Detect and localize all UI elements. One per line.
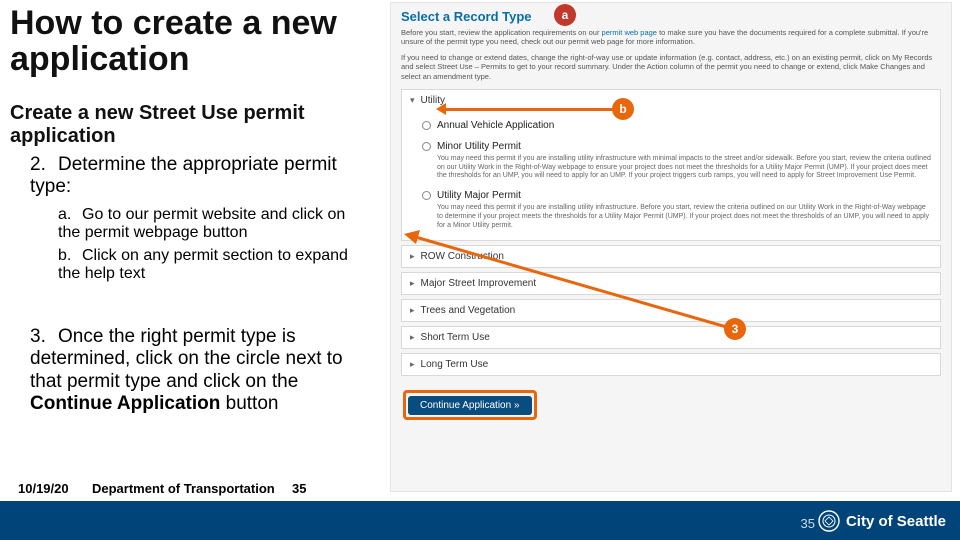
footer-page-right: 35	[801, 516, 815, 531]
slide-subtitle: Create a new Street Use permit applicati…	[10, 102, 360, 148]
callout-badge-b: b	[612, 98, 634, 120]
slide-title: How to create a new application	[10, 6, 370, 77]
callout-arrow-3	[400, 230, 740, 340]
option-annual-vehicle[interactable]: Annual Vehicle Application	[422, 115, 932, 136]
substep-b-letter: b.	[58, 247, 82, 265]
seattle-logo-text: City of Seattle	[846, 513, 946, 530]
option-major-utility-desc: You may need this permit if you are inst…	[437, 204, 932, 230]
step-2-num: 2.	[30, 154, 58, 176]
continue-application-button[interactable]: Continue Application »	[408, 396, 532, 415]
permit-web-page-link[interactable]: permit web page	[602, 28, 657, 37]
option-minor-utility-desc: You may need this permit if you are inst…	[437, 155, 932, 181]
radio-icon[interactable]	[422, 142, 431, 151]
substep-a: a.Go to our permit website and click on …	[58, 206, 368, 243]
chevron-right-icon: ▸	[410, 359, 415, 370]
panel-blurb-1: Before you start, review the application…	[401, 28, 941, 47]
section-ltu-header[interactable]: ▸ Long Term Use	[402, 354, 940, 375]
panel-blurb-2: If you need to change or extend dates, c…	[401, 53, 941, 81]
section-utility: ▾ Utility Annual Vehicle Application Min…	[401, 89, 941, 242]
step-3-bold: Continue Application	[30, 393, 220, 414]
substep-a-text: Go to our permit website and click on th…	[58, 206, 345, 241]
step-3-num: 3.	[30, 326, 58, 348]
option-annual-vehicle-label: Annual Vehicle Application	[437, 119, 554, 132]
substep-b: b.Click on any permit section to expand …	[58, 247, 368, 284]
option-minor-utility[interactable]: Minor Utility Permit You may need this p…	[422, 136, 932, 185]
panel-heading: Select a Record Type	[401, 9, 941, 24]
step-3-prefix: Once the right permit type is determined…	[30, 326, 343, 392]
footer-department: Department of Transportation	[92, 481, 275, 496]
section-utility-body: Annual Vehicle Application Minor Utility…	[402, 111, 940, 241]
substep-a-letter: a.	[58, 206, 82, 224]
step-2-text: Determine the appropriate permit type:	[30, 154, 337, 197]
footer-page-left: 35	[292, 481, 306, 496]
substeps: a.Go to our permit website and click on …	[58, 206, 368, 286]
seattle-logo: City of Seattle	[818, 508, 946, 534]
callout-badge-3: 3	[724, 318, 746, 340]
footer-band	[0, 501, 960, 540]
option-major-utility-label: Utility Major Permit	[437, 189, 521, 202]
radio-icon[interactable]	[422, 121, 431, 130]
footer-date: 10/19/20	[18, 481, 69, 496]
substep-b-text: Click on any permit section to expand th…	[58, 247, 348, 282]
option-minor-utility-label: Minor Utility Permit	[437, 140, 521, 153]
callout-badge-a: a	[554, 4, 576, 26]
section-ltu-label: Long Term Use	[421, 359, 489, 370]
section-long-term-use: ▸ Long Term Use	[401, 353, 941, 376]
option-major-utility[interactable]: Utility Major Permit You may need this p…	[422, 185, 932, 234]
radio-icon[interactable]	[422, 191, 431, 200]
step-2: 2.Determine the appropriate permit type:	[30, 154, 370, 198]
step-3: 3.Once the right permit type is determin…	[30, 326, 370, 416]
continue-highlight: Continue Application »	[403, 390, 537, 420]
arrow-head-icon	[436, 103, 446, 115]
step-3-suffix: button	[220, 393, 278, 414]
chevron-down-icon: ▾	[410, 95, 415, 106]
seattle-seal-icon	[818, 510, 840, 532]
callout-arrow-b	[444, 108, 614, 111]
